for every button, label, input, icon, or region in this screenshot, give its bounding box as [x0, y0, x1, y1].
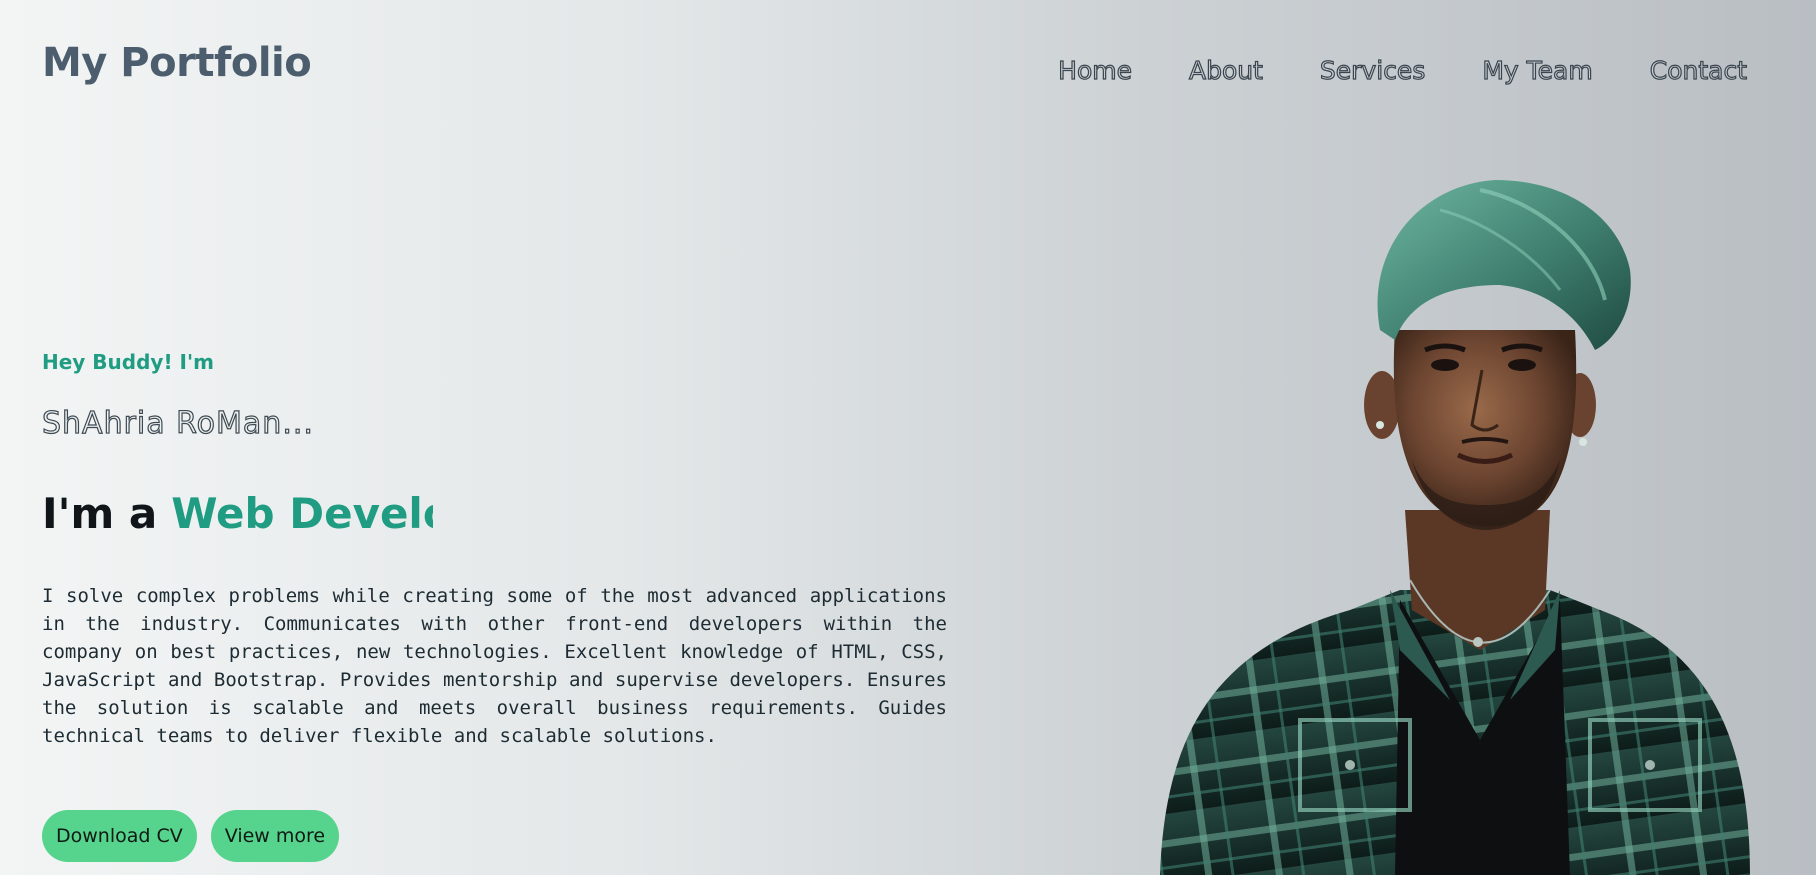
- nav-link-home[interactable]: Home: [1058, 55, 1133, 85]
- hero-section: Hey Buddy! I'm ShAhria RoMan... I'm a We…: [41, 350, 947, 750]
- hero-buttons: Download CV View more: [42, 810, 340, 862]
- nav-link-services[interactable]: Services: [1319, 55, 1426, 85]
- nav-link-contact[interactable]: Contact: [1649, 55, 1747, 85]
- view-more-button[interactable]: View more: [210, 810, 340, 862]
- hero-role: I'm a Web Develope: [42, 489, 947, 538]
- site-logo[interactable]: My Portfolio: [42, 40, 312, 86]
- role-prefix: I'm a: [42, 489, 158, 538]
- role-typed-text: Web Develope: [171, 489, 433, 538]
- portfolio-page: My Portfolio Home About Services My Team…: [0, 0, 1816, 875]
- profile-photo: [1160, 180, 1750, 875]
- site-header: My Portfolio Home About Services My Team…: [0, 0, 1816, 140]
- hero-bio: I solve complex problems while creating …: [42, 585, 947, 747]
- download-cv-button[interactable]: Download CV: [42, 810, 197, 862]
- hero-greeting: Hey Buddy! I'm: [42, 350, 214, 374]
- nav-link-about[interactable]: About: [1188, 55, 1263, 85]
- hero-name: ShAhria RoMan...: [41, 405, 314, 441]
- nav-link-my-team[interactable]: My Team: [1482, 55, 1594, 85]
- main-nav: Home About Services My Team Contact: [1058, 55, 1748, 85]
